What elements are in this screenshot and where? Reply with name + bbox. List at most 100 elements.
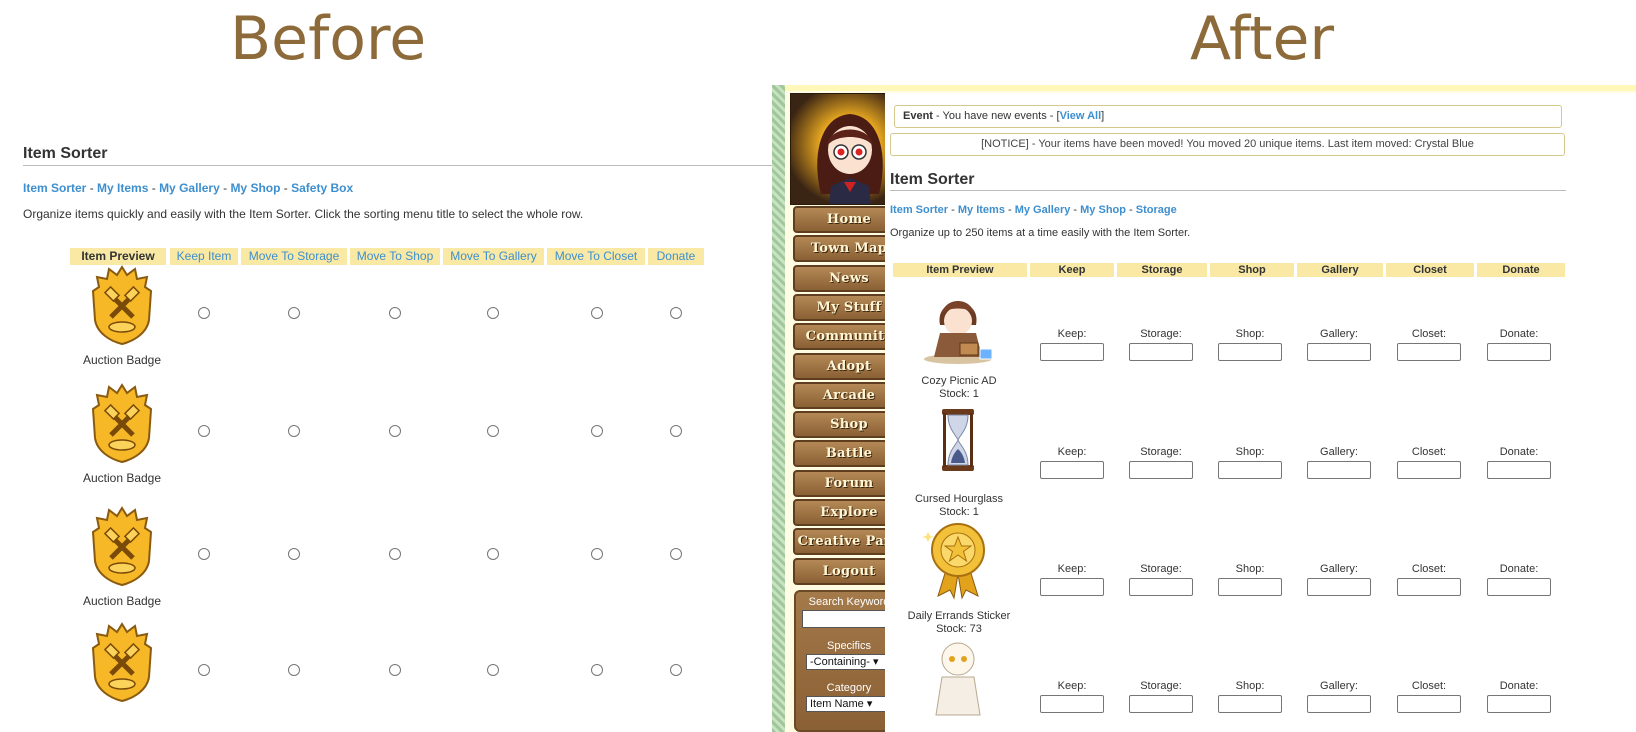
shop-input[interactable] xyxy=(1218,578,1282,596)
specifics-value: -Containing- xyxy=(810,656,870,668)
table-row: Auction Badge xyxy=(0,383,772,495)
shop-input[interactable] xyxy=(1218,343,1282,361)
radio-closet[interactable] xyxy=(591,548,603,560)
closet-label: Closet: xyxy=(1411,328,1447,340)
link-my-gallery[interactable]: My Gallery xyxy=(159,181,220,195)
keep-input[interactable] xyxy=(1040,343,1104,361)
storage-input[interactable] xyxy=(1129,461,1193,479)
storage-input[interactable] xyxy=(1129,578,1193,596)
column-header-storage[interactable]: Storage xyxy=(1117,263,1207,277)
donate-label: Donate: xyxy=(1499,328,1539,340)
radio-donate[interactable] xyxy=(670,425,682,437)
closet-input[interactable] xyxy=(1397,578,1461,596)
link-my-shop[interactable]: My Shop xyxy=(230,181,280,195)
item-name: Auction Badge xyxy=(82,471,162,485)
specifics-select[interactable]: -Containing- ▾ xyxy=(806,654,892,670)
item-stock: Stock: 73 xyxy=(936,623,982,635)
radio-closet[interactable] xyxy=(591,307,603,319)
donate-label: Donate: xyxy=(1499,680,1539,692)
radio-gallery[interactable] xyxy=(487,548,499,560)
radio-storage[interactable] xyxy=(288,307,300,319)
radio-gallery[interactable] xyxy=(487,307,499,319)
column-header-donate[interactable]: Donate xyxy=(1477,263,1565,277)
closet-input[interactable] xyxy=(1397,343,1461,361)
link-my-gallery[interactable]: My Gallery xyxy=(1015,204,1071,216)
gallery-input[interactable] xyxy=(1307,343,1371,361)
radio-keep[interactable] xyxy=(198,664,210,676)
search-keyword-input[interactable] xyxy=(802,610,896,628)
title-divider xyxy=(23,165,773,166)
link-my-items[interactable]: My Items xyxy=(958,204,1005,216)
gallery-input[interactable] xyxy=(1307,578,1371,596)
radio-storage[interactable] xyxy=(288,664,300,676)
storage-input[interactable] xyxy=(1129,343,1193,361)
event-close-bracket: ] xyxy=(1101,110,1105,122)
shop-input[interactable] xyxy=(1218,695,1282,713)
auction-badge-icon xyxy=(91,622,153,702)
column-header-shop[interactable]: Shop xyxy=(1210,263,1294,277)
link-my-items[interactable]: My Items xyxy=(97,181,148,195)
link-safety-box[interactable]: Safety Box xyxy=(291,181,353,195)
item-name: Cozy Picnic AD xyxy=(921,375,997,387)
closet-input[interactable] xyxy=(1397,461,1461,479)
storage-label: Storage: xyxy=(1140,328,1182,340)
closet-label: Closet: xyxy=(1411,446,1447,458)
donate-input[interactable] xyxy=(1487,461,1551,479)
radio-shop[interactable] xyxy=(389,307,401,319)
donate-label: Donate: xyxy=(1499,446,1539,458)
radio-donate[interactable] xyxy=(670,548,682,560)
event-text: - You have new events - [ xyxy=(932,110,1060,122)
column-header-move-to-storage[interactable]: Move To Storage xyxy=(241,248,347,265)
closet-input[interactable] xyxy=(1397,695,1461,713)
link-storage[interactable]: Storage xyxy=(1136,204,1177,216)
column-header-keep-item[interactable]: Keep Item xyxy=(170,248,238,265)
donate-input[interactable] xyxy=(1487,578,1551,596)
gallery-input[interactable] xyxy=(1307,695,1371,713)
column-header-move-to-closet[interactable]: Move To Closet xyxy=(547,248,645,265)
radio-closet[interactable] xyxy=(591,664,603,676)
column-header-move-to-shop[interactable]: Move To Shop xyxy=(350,248,440,265)
keep-input[interactable] xyxy=(1040,461,1104,479)
item-name: Auction Badge xyxy=(82,353,162,367)
radio-keep[interactable] xyxy=(198,307,210,319)
radio-shop[interactable] xyxy=(389,425,401,437)
keep-input[interactable] xyxy=(1040,695,1104,713)
radio-shop[interactable] xyxy=(389,548,401,560)
medal-sticker-icon xyxy=(922,523,985,600)
link-my-shop[interactable]: My Shop xyxy=(1080,204,1126,216)
link-item-sorter[interactable]: Item Sorter xyxy=(23,181,86,195)
radio-shop[interactable] xyxy=(389,664,401,676)
item-name: Auction Badge xyxy=(82,594,162,608)
auction-badge-icon xyxy=(91,383,153,463)
radio-donate[interactable] xyxy=(670,307,682,319)
hourglass-item-icon xyxy=(942,409,974,471)
radio-gallery[interactable] xyxy=(487,425,499,437)
view-all-link[interactable]: View All xyxy=(1060,110,1102,122)
auction-badge-icon xyxy=(91,506,153,586)
donate-label: Donate: xyxy=(1499,563,1539,575)
table-row: Auction Badge xyxy=(0,506,772,618)
radio-gallery[interactable] xyxy=(487,664,499,676)
category-select[interactable]: Item Name ▾ xyxy=(806,696,892,712)
column-header-move-to-gallery[interactable]: Move To Gallery xyxy=(443,248,544,265)
storage-input[interactable] xyxy=(1129,695,1193,713)
breadcrumb-links: Item Sorter - My Items - My Gallery - My… xyxy=(890,204,1177,216)
radio-donate[interactable] xyxy=(670,664,682,676)
column-header-donate[interactable]: Donate xyxy=(648,248,704,265)
event-label: Event xyxy=(903,110,933,122)
column-header-gallery[interactable]: Gallery xyxy=(1297,263,1383,277)
radio-keep[interactable] xyxy=(198,548,210,560)
radio-storage[interactable] xyxy=(288,425,300,437)
column-header-closet[interactable]: Closet xyxy=(1386,263,1474,277)
keep-input[interactable] xyxy=(1040,578,1104,596)
column-header-keep[interactable]: Keep xyxy=(1030,263,1114,277)
radio-closet[interactable] xyxy=(591,425,603,437)
gallery-input[interactable] xyxy=(1307,461,1371,479)
donate-input[interactable] xyxy=(1487,695,1551,713)
link-item-sorter[interactable]: Item Sorter xyxy=(890,204,948,216)
radio-keep[interactable] xyxy=(198,425,210,437)
donate-input[interactable] xyxy=(1487,343,1551,361)
radio-storage[interactable] xyxy=(288,548,300,560)
shop-input[interactable] xyxy=(1218,461,1282,479)
gallery-label: Gallery: xyxy=(1320,328,1358,340)
